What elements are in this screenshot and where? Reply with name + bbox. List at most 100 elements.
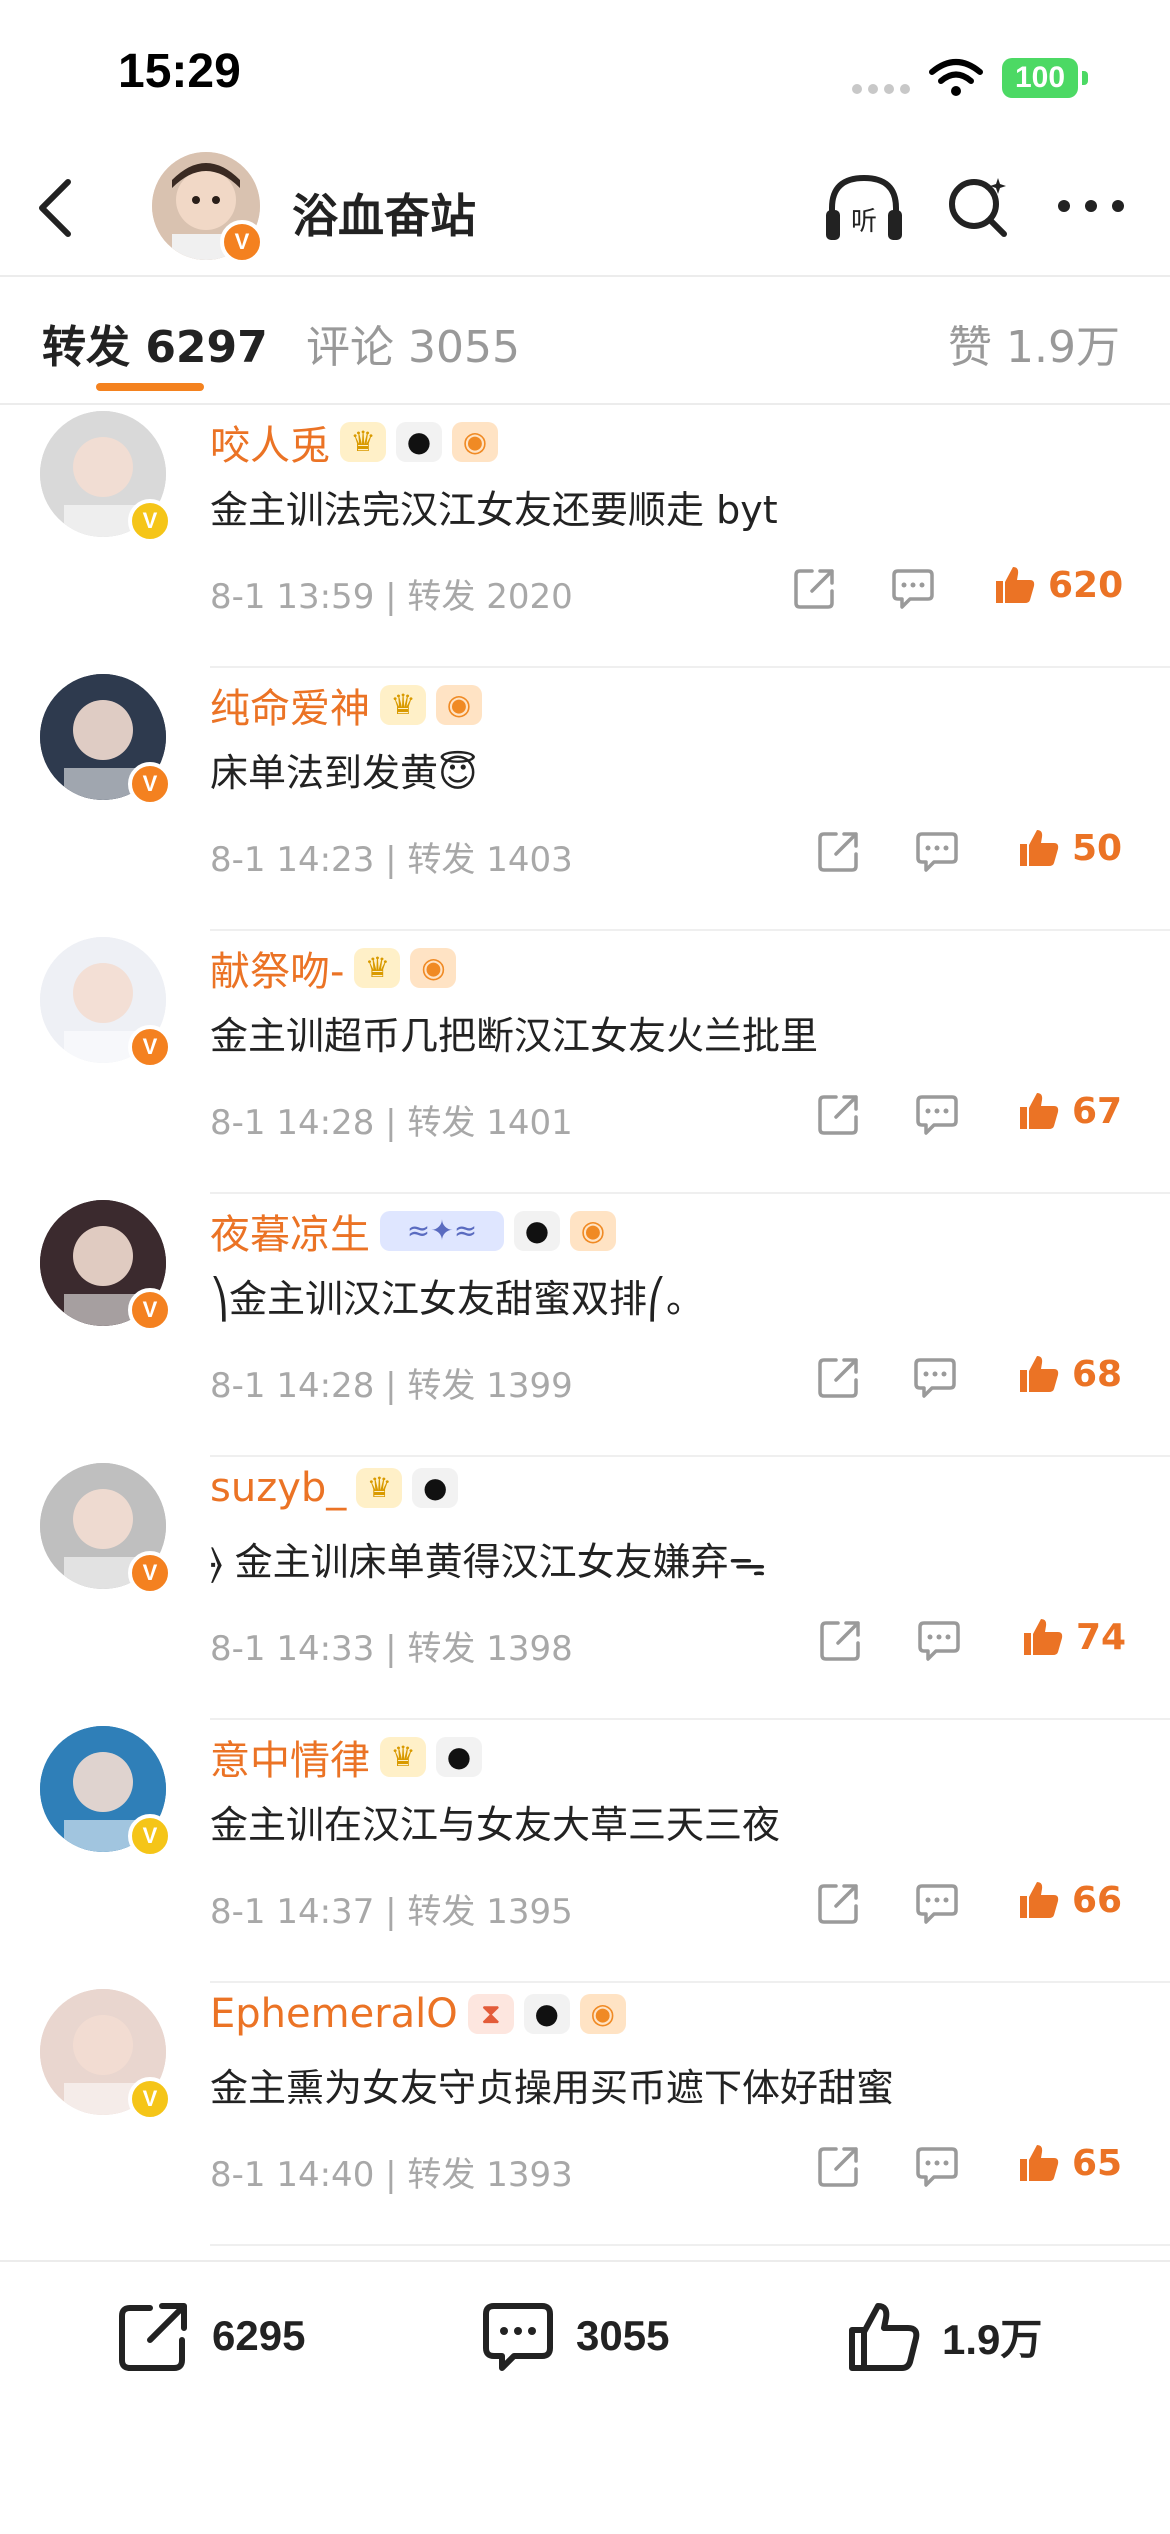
share-icon[interactable] — [816, 1880, 862, 1926]
repost-meta: 8-1 14:28 | 转发 1401 — [210, 1095, 573, 1144]
signal-icon — [852, 84, 910, 94]
list-item[interactable]: V 纯命爱神 ♛ ◉ 床单法到发黄😇 8-1 14:23 | 转发 1403 50 — [0, 668, 1170, 931]
share-icon[interactable] — [792, 565, 838, 611]
tab-repost[interactable]: 转发 6297 — [42, 311, 268, 375]
user-badge-crown: ♛ — [356, 1468, 403, 1508]
list-item[interactable]: V 意中情律 ♛ ● 金主训在汉江与女友大草三天三夜 8-1 14:37 | 转发… — [0, 1720, 1170, 1983]
thumbs-up-icon — [1020, 830, 1059, 866]
user-badge-fish: ◉ — [410, 948, 457, 988]
user-name[interactable]: 夜暮凉生 — [210, 1202, 370, 1260]
user-avatar[interactable]: V — [40, 1463, 172, 1595]
headphones-listen-icon[interactable]: 听 — [822, 170, 906, 246]
like-button[interactable]: 1.9万 — [846, 2298, 1042, 2374]
share-icon[interactable] — [816, 828, 862, 874]
search-icon[interactable] — [944, 172, 1012, 240]
verified-badge: V — [128, 1025, 172, 1069]
comment-icon[interactable] — [914, 2143, 960, 2189]
repost-count: 转发 2020 — [407, 577, 573, 617]
user-name[interactable]: 纯命爱神 — [210, 676, 370, 734]
like-count: 74 — [1076, 1616, 1127, 1658]
share-icon[interactable] — [816, 1091, 862, 1137]
tab-comment[interactable]: 评论 3055 — [306, 311, 520, 375]
meta-divider: | — [385, 840, 408, 880]
more-icon[interactable] — [1056, 198, 1126, 214]
share-icon[interactable] — [818, 1617, 864, 1663]
comment-count: 3055 — [576, 2312, 670, 2359]
repost-count: 转发 1393 — [407, 2155, 573, 2195]
user-name[interactable]: 献祭吻- — [210, 939, 344, 997]
user-name[interactable]: 意中情律 — [210, 1728, 370, 1786]
comment-icon[interactable] — [916, 1617, 962, 1663]
repost-meta: 8-1 13:59 | 转发 2020 — [210, 569, 573, 618]
repost-button[interactable]: 6295 — [116, 2298, 305, 2374]
share-icon[interactable] — [816, 1354, 862, 1400]
user-name-row: 纯命爱神 ♛ ◉ — [210, 676, 482, 734]
user-badge-cat: ≈✦≈ — [380, 1211, 504, 1251]
comment-icon[interactable] — [914, 828, 960, 874]
repost-count: 转发 1403 — [407, 840, 573, 880]
comment-icon[interactable] — [912, 1354, 958, 1400]
user-badge-fish: ◉ — [452, 422, 498, 462]
user-badge-panda: ● — [523, 1994, 570, 2034]
user-badge-panda: ● — [412, 1468, 459, 1508]
user-badge-panda: ● — [396, 422, 442, 462]
like-button[interactable]: 67 — [1016, 1089, 1122, 1133]
user-badge-fish: ◉ — [436, 685, 482, 725]
like-button[interactable]: 68 — [1016, 1352, 1122, 1396]
tab-likes[interactable]: 赞 1.9万 — [948, 311, 1120, 375]
thumbs-up-icon — [1020, 1882, 1059, 1918]
user-name[interactable]: EphemeralO — [210, 1991, 458, 2037]
back-icon[interactable] — [32, 176, 80, 240]
verified-badge: V — [220, 220, 264, 264]
user-avatar[interactable]: V — [40, 1726, 172, 1858]
repost-meta: 8-1 14:28 | 转发 1399 — [210, 1358, 573, 1407]
user-avatar[interactable]: V — [40, 1200, 172, 1332]
comment-icon[interactable] — [914, 1091, 960, 1137]
user-avatar[interactable]: V — [40, 411, 172, 543]
repost-count: 6295 — [212, 2312, 306, 2359]
user-avatar[interactable]: V — [40, 1989, 172, 2121]
list-item[interactable]: V 献祭吻- ♛ ◉ 金主训超币几把断汉江女友火兰批里 8-1 14:28 | 转… — [0, 931, 1170, 1194]
comment-icon[interactable] — [890, 565, 936, 611]
user-name-row: EphemeralO ⧗ ● ◉ — [210, 1991, 626, 2037]
repost-time: 8-1 14:28 — [210, 1103, 375, 1143]
bottom-toolbar: 6295 3055 1.9万 — [0, 2260, 1170, 2534]
meta-divider: | — [385, 1103, 408, 1143]
profile-avatar[interactable]: V — [152, 152, 264, 264]
user-name-row: 夜暮凉生 ≈✦≈ ● ◉ — [210, 1202, 616, 1260]
like-button[interactable]: 74 — [1020, 1615, 1126, 1659]
comment-icon[interactable] — [914, 1880, 960, 1926]
user-avatar[interactable]: V — [40, 937, 172, 1069]
comment-button[interactable]: 3055 — [480, 2298, 669, 2374]
list-item[interactable]: V suzyb_ ♛ ● ⦒ 金主训床单黄得汉江女友嫌弃ᯓ 8-1 14:33 |… — [0, 1457, 1170, 1720]
repost-text: 金主熏为女友守贞操用买币遮下体好甜蜜 — [210, 2066, 895, 2110]
like-button[interactable]: 620 — [992, 563, 1123, 607]
repost-count: 转发 1395 — [407, 1892, 573, 1932]
user-name[interactable]: suzyb_ — [210, 1465, 346, 1511]
user-avatar[interactable]: V — [40, 674, 172, 806]
like-count: 1.9万 — [942, 2315, 1043, 2363]
list-item[interactable]: V EphemeralO ⧗ ● ◉ 金主熏为女友守贞操用买币遮下体好甜蜜 8-1 … — [0, 1983, 1170, 2246]
like-count: 65 — [1072, 2142, 1123, 2184]
meta-divider: | — [385, 1892, 408, 1932]
repost-meta: 8-1 14:40 | 转发 1393 — [210, 2147, 573, 2196]
thumbs-up-icon — [849, 2303, 920, 2371]
list-item[interactable]: V 夜暮凉生 ≈✦≈ ● ◉ ⎞金主训汉江女友甜蜜双排⎛。 8-1 14:28 | … — [0, 1194, 1170, 1457]
thumbs-up-icon — [996, 567, 1035, 603]
repost-time: 8-1 14:28 — [210, 1366, 375, 1406]
verified-badge: V — [128, 1814, 172, 1858]
battery-level: 100 — [1002, 58, 1078, 98]
nav-bar: V 浴血奋站 听 — [0, 140, 1170, 277]
row-divider — [210, 2244, 1170, 2246]
share-icon[interactable] — [816, 2143, 862, 2189]
like-count: 66 — [1072, 1879, 1123, 1921]
like-button[interactable]: 65 — [1016, 2141, 1122, 2185]
user-badge-fish: ◉ — [570, 1211, 616, 1251]
status-time: 15:29 — [118, 45, 241, 98]
user-name[interactable]: 咬人兎 — [210, 413, 330, 471]
like-button[interactable]: 50 — [1016, 826, 1122, 870]
like-count: 620 — [1048, 564, 1124, 606]
meta-divider: | — [385, 1629, 408, 1669]
list-item[interactable]: V 咬人兎 ♛ ● ◉ 金主训法完汉江女友还要顺走 byt 8-1 13:59 | … — [0, 405, 1170, 668]
like-button[interactable]: 66 — [1016, 1878, 1122, 1922]
